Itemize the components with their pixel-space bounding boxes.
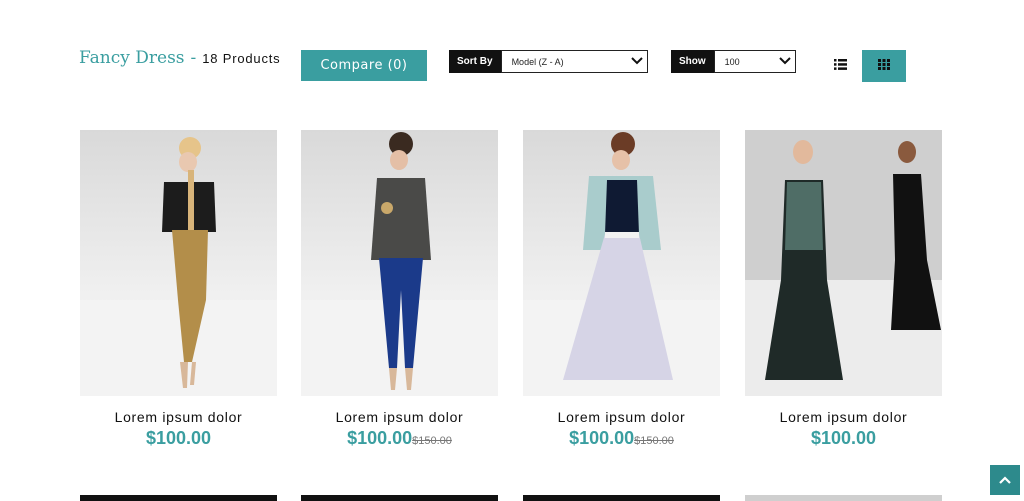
product-price: $100.00 xyxy=(145,428,212,448)
scroll-to-top-button[interactable] xyxy=(990,465,1020,495)
show-select[interactable]: 100 xyxy=(713,50,796,73)
product-image[interactable] xyxy=(523,130,720,396)
sort-by-control: Sort By Model (Z - A) xyxy=(449,50,648,73)
product-card-partial xyxy=(80,495,277,501)
chevron-down-icon xyxy=(630,56,643,68)
product-prices: $100.00$150.00 xyxy=(523,428,720,449)
product-name[interactable]: Lorem ipsum dolor xyxy=(523,409,720,425)
grid-icon xyxy=(878,57,890,75)
page-heading: Fancy Dress - 18 Products xyxy=(79,48,280,72)
product-price: $100.00 xyxy=(347,428,413,448)
product-card[interactable]: Lorem ipsum dolor $100.00 xyxy=(80,130,277,449)
product-name[interactable]: Lorem ipsum dolor xyxy=(301,409,498,425)
product-name[interactable]: Lorem ipsum dolor xyxy=(80,409,277,425)
product-card-partial xyxy=(301,495,498,501)
product-prices: $100.00$150.00 xyxy=(301,428,498,449)
product-old-price: $150.00 xyxy=(634,435,674,447)
show-control: Show 100 xyxy=(671,50,796,73)
show-label: Show xyxy=(671,50,714,73)
compare-button[interactable]: Compare (0) xyxy=(301,50,427,81)
product-image[interactable] xyxy=(301,130,498,396)
category-title: Fancy Dress xyxy=(79,48,185,68)
product-name[interactable]: Lorem ipsum dolor xyxy=(745,409,942,425)
chevron-up-icon xyxy=(999,471,1011,489)
product-card-partial xyxy=(745,495,942,501)
sort-by-value: Model (Z - A) xyxy=(511,56,564,67)
product-card[interactable]: Lorem ipsum dolor $100.00 xyxy=(745,130,942,449)
list-icon xyxy=(833,57,847,75)
product-image[interactable] xyxy=(80,130,277,396)
product-image[interactable] xyxy=(745,130,942,396)
sort-by-select[interactable]: Model (Z - A) xyxy=(500,50,648,73)
product-price: $100.00 xyxy=(569,428,635,448)
product-count: 18 Products xyxy=(202,51,281,66)
heading-separator: - xyxy=(190,48,197,68)
chevron-down-icon xyxy=(778,56,791,68)
product-prices: $100.00 xyxy=(745,428,942,449)
show-value: 100 xyxy=(724,56,740,67)
sort-by-label: Sort By xyxy=(449,50,501,73)
product-card[interactable]: Lorem ipsum dolor $100.00$150.00 xyxy=(523,130,720,449)
product-card-partial xyxy=(523,495,720,501)
product-price: $100.00 xyxy=(810,428,877,448)
product-card[interactable]: Lorem ipsum dolor $100.00$150.00 xyxy=(301,130,498,449)
product-old-price: $150.00 xyxy=(412,435,452,447)
product-prices: $100.00 xyxy=(80,428,277,449)
list-view-button[interactable] xyxy=(826,52,854,80)
grid-view-button[interactable] xyxy=(862,50,906,82)
